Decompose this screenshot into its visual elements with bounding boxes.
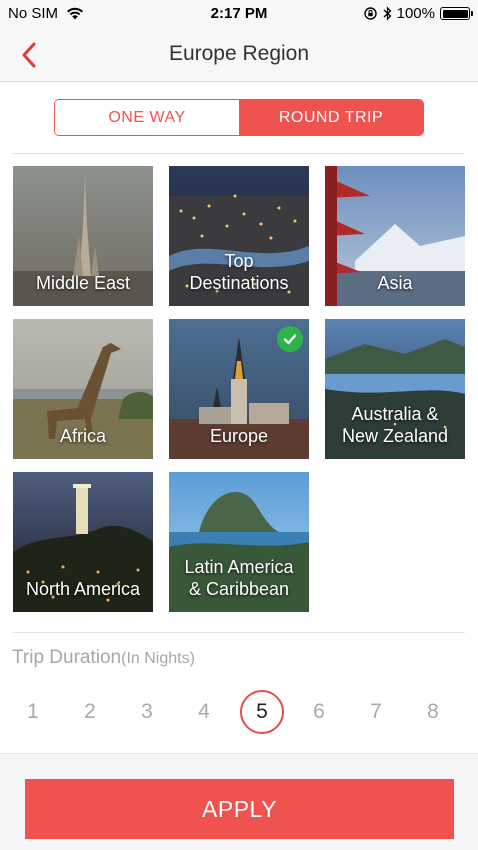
battery-fill — [442, 9, 468, 18]
apply-button[interactable]: APPLY — [25, 779, 454, 839]
trip-duration-title: Trip Duration — [12, 647, 122, 668]
night-option-1[interactable]: 1 — [11, 690, 55, 734]
region-label-line: Middle East — [35, 273, 131, 293]
region-label: Middle East — [17, 272, 149, 294]
night-option-4[interactable]: 4 — [182, 690, 226, 734]
region-label-line: Africa — [59, 426, 106, 446]
region-label: Australia & New Zealand — [329, 403, 461, 447]
region-label-line: Destinations — [189, 273, 289, 293]
one-way-segment[interactable]: ONE WAY — [55, 100, 239, 135]
footer: APPLY — [0, 753, 478, 850]
region-label-line: Asia — [377, 273, 413, 293]
region-label: Africa — [17, 425, 149, 447]
region-label: Latin America & Caribbean — [173, 556, 305, 600]
region-label-line: New Zealand — [341, 426, 449, 446]
region-tile-africa[interactable]: Africa — [13, 319, 153, 459]
checkmark-icon — [283, 334, 297, 345]
night-option-8[interactable]: 8 — [411, 690, 455, 734]
region-label: Asia — [329, 272, 461, 294]
trip-duration-subtitle: (In Nights) — [121, 650, 195, 667]
region-label: North America — [17, 578, 149, 600]
status-bar: No SIM 2:17 PM 100% — [0, 0, 478, 28]
selected-check-badge — [277, 326, 303, 352]
night-option-6[interactable]: 6 — [297, 690, 341, 734]
round-trip-segment[interactable]: ROUND TRIP — [239, 100, 423, 135]
region-tile-top-destinations[interactable]: Top Destinations — [169, 166, 309, 306]
region-label-line: Australia & — [351, 404, 439, 424]
battery-percent: 100% — [396, 5, 435, 22]
region-label: Top Destinations — [173, 250, 305, 294]
region-tile-latin-america-caribbean[interactable]: Latin America & Caribbean — [169, 472, 309, 612]
battery-icon — [440, 7, 473, 20]
night-option-2[interactable]: 2 — [68, 690, 112, 734]
nights-selector: 1 2 3 4 5 6 7 8 — [0, 690, 478, 736]
region-label: Europe — [173, 425, 305, 447]
region-label-line: Top — [224, 251, 254, 271]
page-title: Europe Region — [168, 42, 310, 65]
region-tile-middle-east[interactable]: Middle East — [13, 166, 153, 306]
night-option-5[interactable]: 5 — [240, 690, 284, 734]
night-option-7[interactable]: 7 — [354, 690, 398, 734]
bluetooth-icon — [383, 6, 392, 21]
orientation-lock-icon — [363, 7, 377, 20]
navigation-bar: Europe Region — [0, 28, 478, 82]
divider — [12, 153, 465, 154]
region-label-line: Europe — [209, 426, 269, 446]
region-tile-australia-new-zealand[interactable]: Australia & New Zealand — [325, 319, 465, 459]
trip-duration-heading: Trip Duration(In Nights) — [12, 647, 195, 669]
region-label-line: & Caribbean — [188, 579, 290, 599]
divider — [12, 632, 465, 633]
region-tile-asia[interactable]: Asia — [325, 166, 465, 306]
region-tile-europe[interactable]: Europe — [169, 319, 309, 459]
region-tile-north-america[interactable]: North America — [13, 472, 153, 612]
region-label-line: North America — [25, 579, 141, 599]
night-option-3[interactable]: 3 — [125, 690, 169, 734]
region-label-line: Latin America — [184, 557, 294, 577]
trip-type-segmented-control: ONE WAY ROUND TRIP — [54, 99, 424, 136]
